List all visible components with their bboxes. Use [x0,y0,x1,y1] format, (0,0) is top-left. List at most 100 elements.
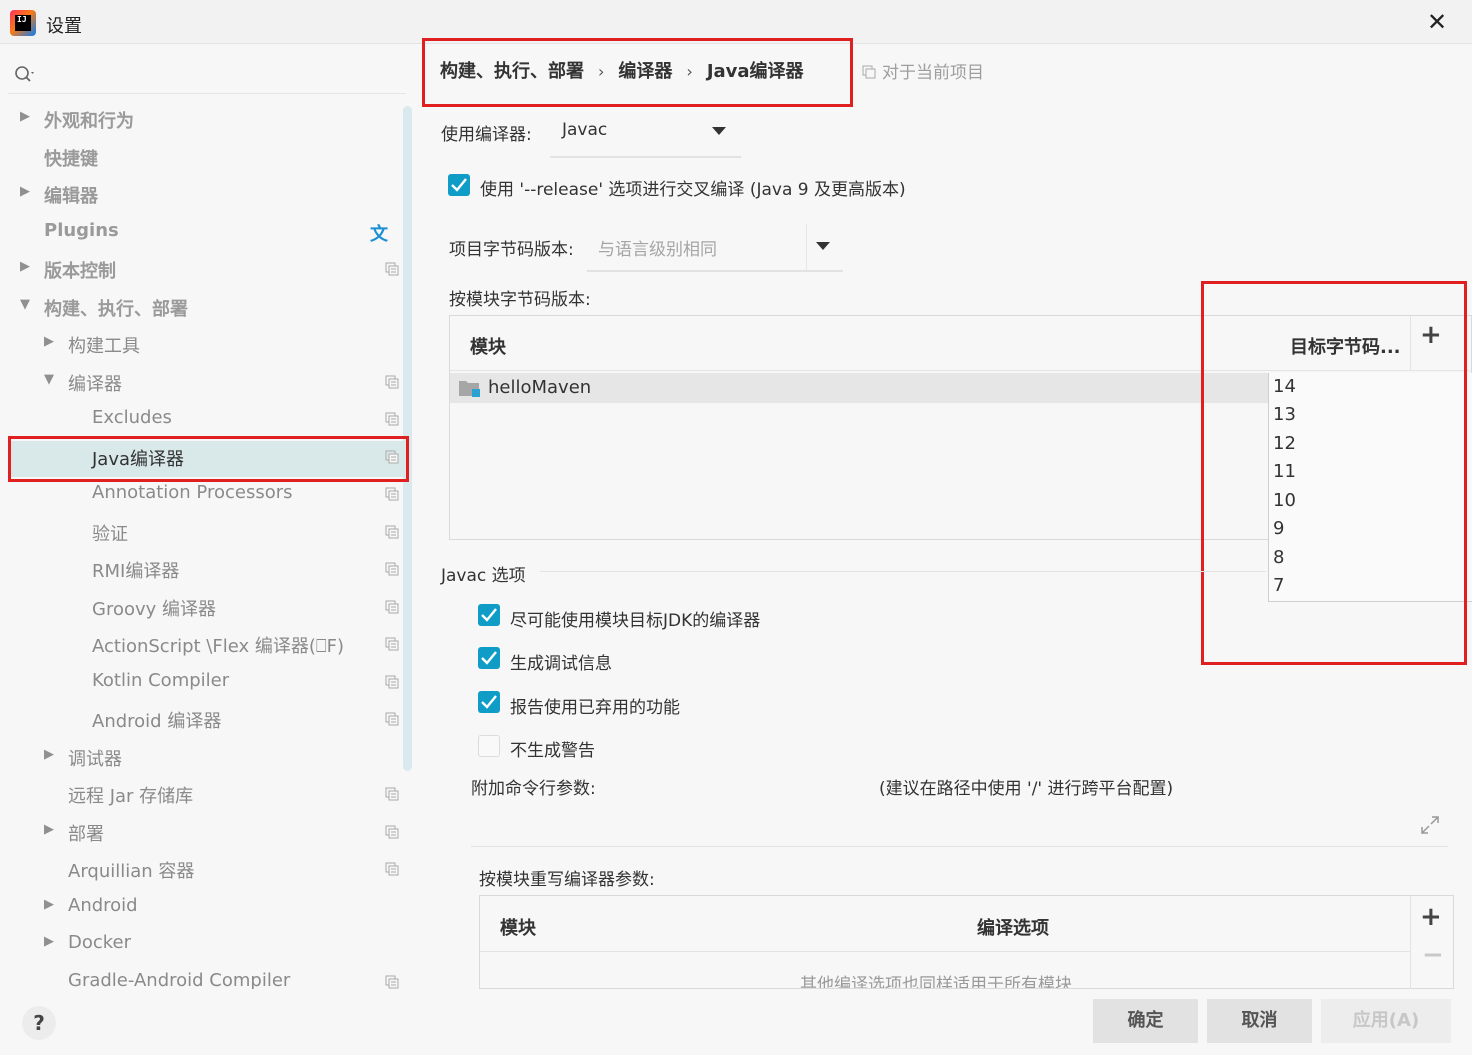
sidebar-item-label: 构建工具 [68,336,140,357]
empty-table-text: 其他编译选项也同样适用于所有模块 [800,975,1072,988]
collapsed-arrow-icon[interactable]: ▶ [44,334,54,349]
no-warnings-checkbox[interactable] [478,735,500,757]
sidebar-item[interactable]: ActionScript \Flex 编译器(⎕F) [10,628,405,664]
project-copy-icon [385,487,399,501]
sidebar-item-label: Plugins [44,219,119,241]
sidebar-item-label: Gradle-Android Compiler [68,969,291,990]
project-copy-icon [385,787,399,801]
release-checkbox[interactable] [448,174,470,196]
sidebar-item[interactable]: Groovy 编译器 [10,591,405,627]
sidebar-item[interactable]: ▼ 编译器 [10,366,405,402]
sidebar-item[interactable]: Annotation Processors [10,478,405,514]
sidebar-item[interactable]: ▶ 调试器 [10,741,405,777]
sidebar-item-label: Groovy 编译器 [92,598,217,620]
sidebar-item[interactable]: ▶ Android [10,891,405,927]
sidebar-item-label: 部署 [68,823,104,845]
deprecation-checkbox[interactable] [478,691,500,713]
collapsed-arrow-icon[interactable]: ▶ [44,822,54,837]
intellij-logo-icon: IJ [10,10,36,36]
chevron-down-icon[interactable] [712,127,726,135]
highlight-box-versions [1201,281,1467,665]
project-copy-icon [385,525,399,538]
sidebar-item[interactable]: ▶ 构建工具 [10,328,405,364]
apply-button[interactable]: 应用(A) [1321,999,1451,1043]
close-button[interactable]: ✕ [1424,9,1450,35]
sidebar-item-label: 快捷键 [44,148,98,170]
sidebar-item[interactable]: Kotlin Compiler [10,666,405,702]
bytecode-version-select[interactable]: 与语言级别相同 [598,235,717,260]
remove-override-button[interactable]: − [1422,940,1444,970]
compiler-select-value[interactable]: Javac [562,120,607,140]
sidebar-item-label: Kotlin Compiler [92,669,230,691]
sidebar-item[interactable]: Gradle-Android Compiler [10,966,405,990]
project-copy-icon [385,862,399,876]
cancel-button[interactable]: 取消 [1207,999,1312,1043]
module-jdk-label: 尽可能使用模块目标JDK的编译器 [510,611,761,631]
debug-info-checkbox[interactable] [478,647,500,669]
sidebar-item[interactable]: ▶ 版本控制 [10,253,405,289]
sidebar-item[interactable]: 快捷键 [10,141,405,177]
column-header-compile-options[interactable]: 编译选项 [977,914,1049,940]
sidebar-item-label: 编译器 [68,373,122,395]
section-divider [540,571,1266,572]
toolbar-divider [1410,896,1411,989]
sidebar-item[interactable]: Excludes [10,403,405,439]
sidebar-item-label: Arquillian 容器 [68,861,195,882]
sidebar-item-label: 验证 [92,523,128,545]
help-button[interactable]: ? [22,1006,56,1040]
sidebar-item-label: Annotation Processors [92,482,293,503]
project-copy-icon [385,262,399,276]
project-copy-icon [385,562,399,576]
collapsed-arrow-icon[interactable]: ▶ [44,897,54,912]
column-header-module[interactable]: 模块 [500,914,536,940]
sidebar-item-label: Docker [68,932,132,953]
sidebar-item[interactable]: 远程 Jar 存储库 [10,778,405,814]
search-icon[interactable] [13,64,37,84]
sidebar-item[interactable]: RMI编译器 [10,553,405,589]
project-scope-note: 对于当前项目 [862,58,984,83]
sidebar-item[interactable]: Plugins 文 [10,216,405,252]
extra-args-field-line[interactable] [471,846,1448,847]
module-jdk-checkbox[interactable] [478,604,500,626]
sidebar-item[interactable]: ▶ 外观和行为 [10,103,405,139]
collapsed-arrow-icon[interactable]: ▶ [20,184,30,199]
sidebar-item[interactable]: 验证 [10,516,405,552]
module-name-cell: helloMaven [488,377,592,398]
search-divider [8,93,406,94]
collapsed-arrow-icon[interactable]: ▶ [44,934,54,949]
expand-icon[interactable] [1419,814,1441,836]
collapsed-arrow-icon[interactable]: ▶ [44,747,54,762]
sidebar-item-label: 远程 Jar 存储库 [68,786,194,807]
highlight-box-breadcrumb [422,38,853,107]
collapsed-arrow-icon[interactable]: ▶ [20,109,30,124]
expanded-arrow-icon[interactable]: ▼ [44,372,54,387]
sidebar-item-label: ActionScript \Flex 编译器(⎕F) [92,636,345,657]
column-header-module[interactable]: 模块 [470,333,506,359]
compiler-label: 使用编译器: [441,125,532,145]
sidebar-item[interactable]: Arquillian 容器 [10,853,405,889]
sidebar-item[interactable]: ▶ 部署 [10,816,405,852]
sidebar-item[interactable]: ▶ 编辑器 [10,178,405,214]
add-override-button[interactable]: + [1420,902,1442,932]
collapsed-arrow-icon[interactable]: ▶ [20,259,30,274]
override-params-label: 按模块重写编译器参数: [479,870,655,890]
chevron-down-icon[interactable] [816,242,830,250]
project-copy-icon [385,637,399,651]
sidebar-item[interactable]: ▼ 构建、执行、部署 [10,291,405,327]
project-copy-icon [385,975,399,988]
project-copy-icon [385,375,399,388]
sidebar-item-label: RMI编译器 [92,561,180,582]
sidebar-item[interactable]: Android 编译器 [10,703,405,739]
project-copy-icon [385,712,399,726]
expanded-arrow-icon[interactable]: ▼ [20,297,30,312]
sidebar-item-label: 调试器 [68,748,122,770]
sidebar-item-label: Excludes [92,407,172,428]
sidebar-item-label: 构建、执行、部署 [44,298,188,320]
project-copy-icon [385,675,399,688]
sidebar-item[interactable]: ▶ Docker [10,928,405,964]
ok-button[interactable]: 确定 [1093,999,1198,1043]
extra-args-label: 附加命令行参数: [471,779,596,799]
project-copy-icon [385,825,399,838]
sidebar-item-label: 编辑器 [44,186,98,207]
project-copy-icon [385,600,399,613]
